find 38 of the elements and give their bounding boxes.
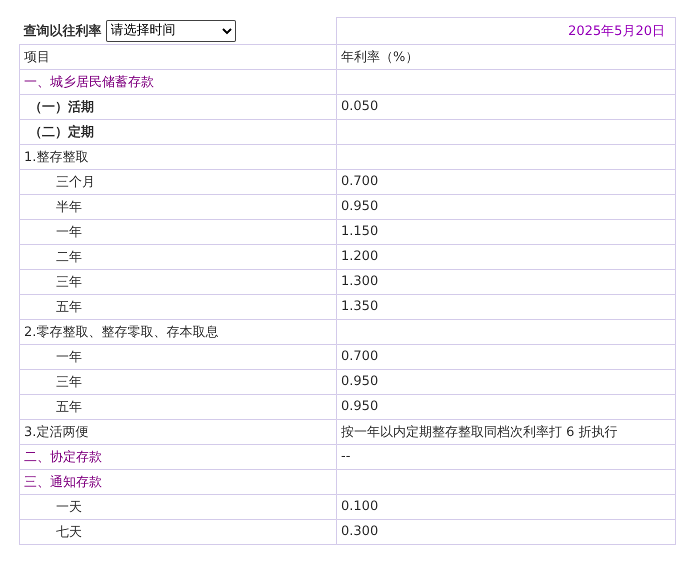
query-label: 查询以往利率: [24, 22, 102, 40]
rate-value: 1.150: [341, 224, 378, 239]
rate-value: 1.350: [341, 299, 378, 314]
rate-value: 0.700: [341, 174, 378, 189]
rate-value: 0.950: [341, 374, 378, 389]
item-name: 一年: [56, 350, 82, 364]
item-name: 一年: [56, 224, 82, 240]
item-name: 半年: [56, 200, 82, 214]
rate-value: 1.300: [341, 274, 378, 289]
item-name: 三年: [56, 374, 82, 390]
item-name: 五年: [56, 300, 82, 314]
date-text: 2025年5月20日: [568, 24, 665, 39]
item-name: （一）活期: [29, 100, 94, 114]
rate-value: 0.950: [341, 399, 378, 414]
item-name: 2.零存整取、整存零取、存本取息: [24, 324, 218, 340]
rate-value: 按一年以内定期整存整取同档次利率打 6 折执行: [341, 424, 618, 440]
rate-value: 0.950: [341, 199, 378, 214]
item-name: （二）定期: [29, 124, 94, 140]
item-name: 七天: [56, 524, 82, 540]
item-name: 1.整存整取: [24, 150, 88, 164]
column-header: 年利率（%）: [341, 50, 418, 64]
rate-value: 0.700: [341, 349, 378, 364]
rate-value: 0.050: [341, 99, 378, 114]
rate-value: 1.200: [341, 249, 378, 264]
item-name: 一天: [56, 500, 82, 514]
rate-value: 0.100: [341, 499, 378, 514]
item-name: 二、协定存款: [24, 450, 102, 464]
item-name: 五年: [56, 400, 82, 414]
item-name: 一、城乡居民储蓄存款: [24, 74, 154, 90]
item-name: 二年: [56, 250, 82, 264]
rate-value: 0.300: [341, 524, 378, 539]
item-name: 3.定活两便: [24, 424, 88, 440]
rate-value: --: [341, 449, 350, 464]
item-name: 三个月: [56, 174, 95, 190]
column-header: 项目: [24, 50, 50, 64]
time-select[interactable]: 请选择时间: [106, 20, 236, 42]
item-name: 三年: [56, 274, 82, 290]
item-name: 三、通知存款: [24, 474, 102, 490]
